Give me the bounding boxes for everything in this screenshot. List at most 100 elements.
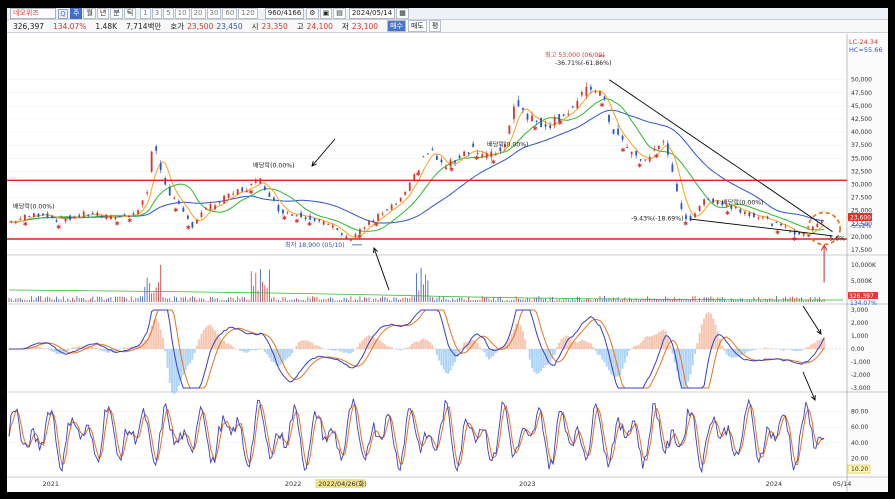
candle-body: [454, 160, 456, 163]
buy-signal-marker: ✱: [127, 217, 132, 224]
price-tick-label: 37,500: [851, 142, 872, 149]
candle-body: [784, 226, 787, 228]
price-tick-label: 30,000: [851, 182, 872, 189]
candle-body: [513, 106, 515, 120]
chart-annotation: -5.6%: [827, 236, 845, 243]
candle-body: [205, 207, 207, 210]
period-tab[interactable]: 주: [70, 8, 83, 19]
candle-body: [33, 213, 35, 218]
period-tab[interactable]: 틱: [123, 8, 137, 19]
stoch-current-label: 10.20: [851, 466, 868, 473]
buy-signal-marker: ✱: [115, 221, 120, 228]
candle-body: [232, 193, 235, 195]
eval-button[interactable]: 평: [428, 20, 442, 32]
candle-body: [313, 218, 316, 221]
candle-body: [209, 203, 212, 210]
candle-body: [567, 113, 570, 115]
save-icon[interactable]: ▣: [319, 8, 333, 19]
minute-tab[interactable]: 5: [163, 8, 174, 19]
candle-body: [277, 205, 280, 212]
candle-body: [553, 117, 556, 126]
candle-body: [318, 219, 321, 222]
minute-tab[interactable]: 60: [222, 8, 238, 19]
candle-body: [164, 177, 167, 185]
candle-body: [472, 143, 475, 147]
candle-body: [617, 128, 619, 135]
candle-body: [540, 117, 542, 128]
buy-signal-marker: ✱: [282, 215, 287, 222]
open-value: 23,350: [261, 21, 288, 31]
candle-body: [123, 214, 126, 216]
count-value: 960: [267, 9, 282, 17]
minute-tab[interactable]: 10: [174, 8, 190, 19]
current-pct-label: -5.52%: [850, 223, 872, 230]
candle-body: [200, 212, 203, 217]
candle-body: [467, 152, 470, 154]
chart-annotation: 배당락(0.00%): [722, 198, 764, 206]
period-tab[interactable]: 분: [110, 8, 123, 19]
date-picker-icon[interactable]: ▦: [396, 8, 409, 19]
buy-signal-marker: ✱: [558, 119, 563, 126]
candle-body: [186, 215, 189, 219]
price-tick-label: 47,500: [851, 90, 872, 97]
candle-body: [159, 162, 162, 171]
candle-body: [19, 218, 22, 220]
candle-body: [109, 215, 112, 220]
chart-annotation: 배당락(0.00%): [13, 203, 55, 211]
candle-body: [522, 107, 524, 110]
candle-body: [739, 209, 742, 213]
candle-body: [386, 209, 389, 211]
buy-signal-marker: ✱: [725, 210, 730, 217]
macd-tick-label: 0.00: [851, 346, 865, 353]
time-tick-label: 2024: [766, 480, 783, 488]
candle-body: [196, 219, 198, 224]
candle-body: [612, 129, 615, 134]
candle-body: [23, 214, 26, 221]
stock-chart[interactable]: ✱✱✱✱✱✱✱✱✱✱✱✱✱✱✱✱✱✱✱✱✱✱✱✱✱✱ 10,000K5,000K…: [7, 34, 888, 492]
ask-value: 23,500: [187, 21, 214, 31]
sell-button[interactable]: 매도: [407, 20, 427, 32]
chart-window: 네오위즈 Q 주월년분틱 1 3 5 10 20 30 60 120 960/4166 ⚙ ▣…: [7, 8, 888, 492]
stoch-tick-label: 20.00: [851, 455, 868, 462]
candle-body: [245, 190, 248, 193]
minute-tab[interactable]: 30: [206, 8, 222, 19]
candle-body: [340, 233, 343, 235]
chart-annotation: 배당락(0.00%): [253, 162, 295, 170]
candle-body: [173, 197, 176, 199]
calendar-icon[interactable]: ▤: [333, 8, 346, 19]
minute-tab[interactable]: 1: [140, 8, 151, 19]
count-field[interactable]: 960/4166: [264, 8, 305, 19]
open-label: 시: [251, 21, 259, 31]
minute-tab[interactable]: 20: [190, 8, 206, 19]
price-tick-label: 20,000: [851, 234, 872, 241]
candle-body: [657, 145, 660, 149]
candle-body: [82, 211, 85, 218]
candle-body: [685, 215, 687, 220]
candle-body: [96, 212, 99, 216]
candle-body: [345, 236, 348, 239]
search-icon[interactable]: Q: [58, 8, 68, 19]
stock-name-field[interactable]: 네오위즈: [10, 8, 56, 19]
candle-body: [798, 232, 801, 235]
minute-tab[interactable]: 3: [151, 8, 163, 19]
date-field[interactable]: 2024/05/14: [348, 8, 396, 19]
candle-body: [73, 216, 76, 218]
candle-body: [42, 213, 44, 216]
buy-button[interactable]: 매수: [387, 20, 406, 32]
candle-body: [331, 225, 334, 228]
period-tab[interactable]: 월: [83, 8, 96, 19]
settings-icon[interactable]: ⚙: [306, 8, 319, 19]
period-tab[interactable]: 년: [96, 8, 110, 19]
buy-signal-marker: ✱: [307, 221, 312, 228]
candle-body: [644, 159, 647, 161]
candle-body: [594, 91, 597, 93]
candle-body: [490, 151, 493, 158]
candle-body: [626, 147, 629, 149]
minute-tab[interactable]: 120: [238, 8, 258, 19]
candle-body: [137, 210, 139, 214]
candle-body: [28, 216, 31, 218]
candle-body: [327, 223, 330, 225]
candle-body: [309, 215, 312, 220]
candle-body: [789, 231, 792, 233]
candle-body: [603, 96, 606, 100]
